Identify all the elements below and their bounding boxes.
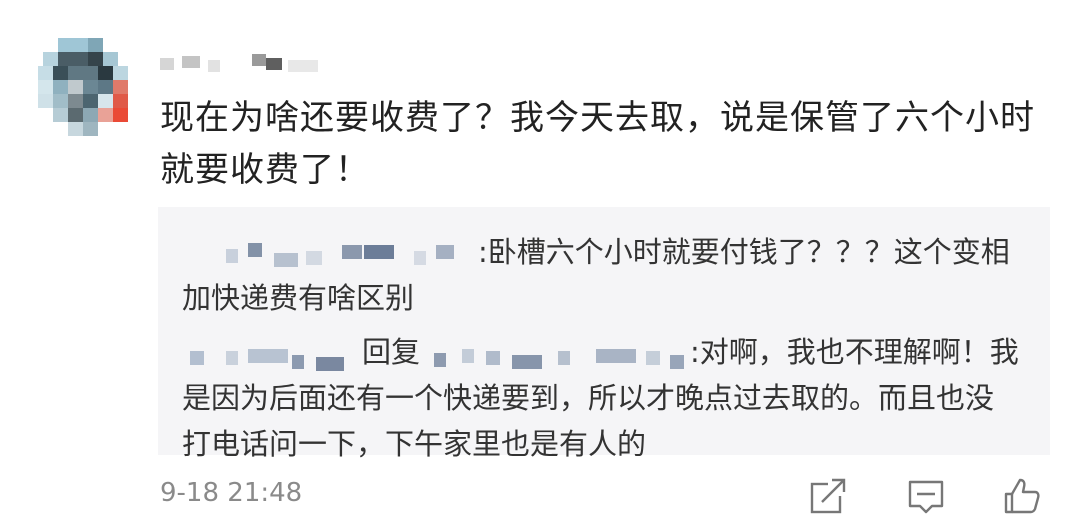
comment-icon[interactable]	[904, 474, 948, 518]
reply-item[interactable]: :卧槽六个小时就要付钱了？？？这个变相加快递费有啥区别	[182, 229, 1022, 321]
avatar[interactable]	[38, 38, 128, 138]
reply-target-username[interactable]	[420, 339, 690, 369]
replies-box[interactable]: :卧槽六个小时就要付钱了？？？这个变相加快递费有啥区别 回复 :对啊，我也不理解…	[158, 207, 1050, 461]
reply-username[interactable]	[182, 339, 362, 371]
reply-username[interactable]	[182, 239, 478, 269]
reply-prefix: 回复	[362, 335, 421, 369]
comment-username[interactable]	[160, 52, 330, 74]
comment-text: 现在为啥还要收费了？我今天去取，说是保管了六个小时就要收费了！	[160, 98, 1035, 190]
share-icon[interactable]	[806, 474, 850, 518]
thumbs-up-icon[interactable]	[1000, 474, 1044, 518]
comment-timestamp: 9-18 21:48	[160, 478, 303, 508]
reply-item[interactable]: 回复 :对啊，我也不理解啊！我是因为后面还有一个快递要到，所以才晚点过去取的。而…	[182, 329, 1022, 467]
